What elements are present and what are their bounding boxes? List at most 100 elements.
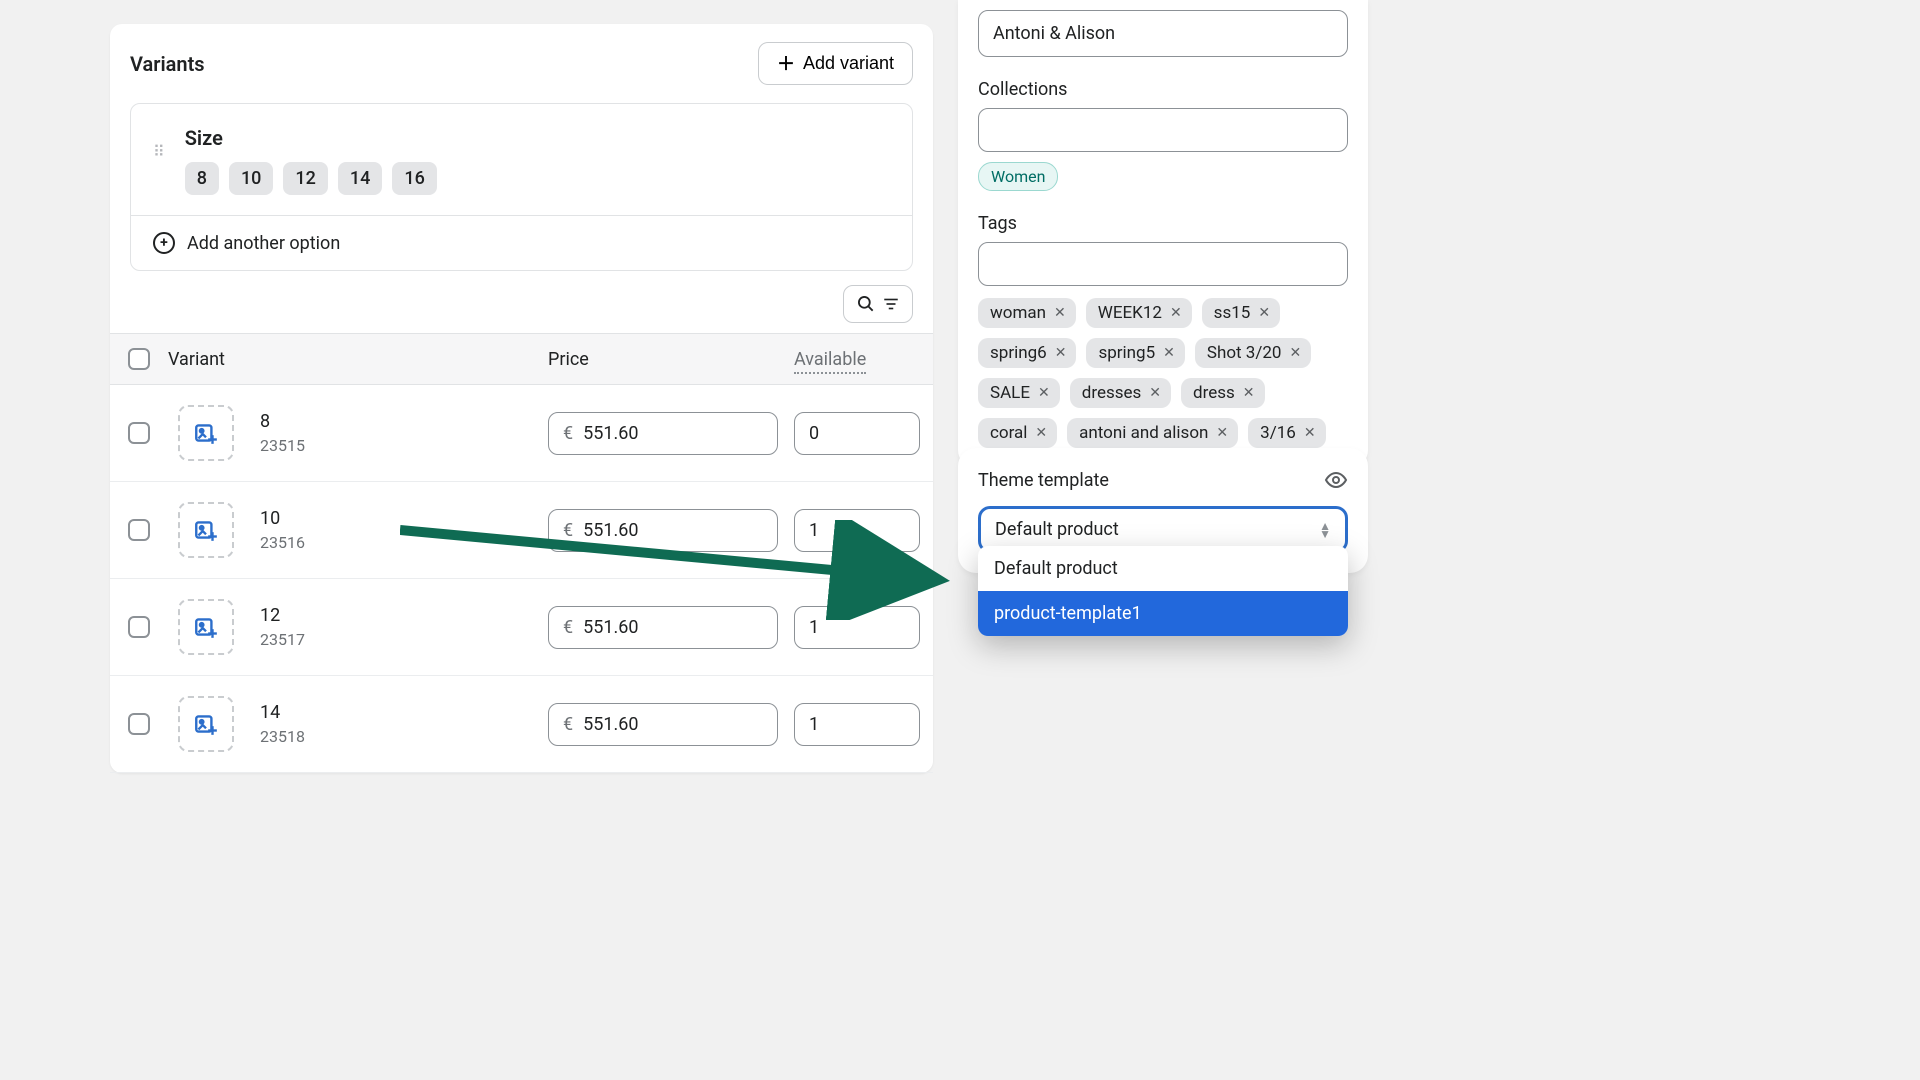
variant-thumbnail[interactable]	[178, 599, 234, 655]
size-pill[interactable]: 16	[392, 162, 436, 195]
search-icon	[856, 294, 876, 314]
tags-label: Tags	[978, 213, 1348, 234]
tag-pill[interactable]: coral✕	[978, 418, 1057, 448]
tag-pill[interactable]: SALE ✕	[978, 378, 1060, 408]
tag-remove-icon[interactable]: ✕	[1258, 305, 1270, 321]
tag-pill[interactable]: WEEK12✕	[1086, 298, 1192, 328]
available-value: 1	[809, 520, 819, 541]
image-add-icon	[193, 517, 219, 543]
variant-thumbnail[interactable]	[178, 696, 234, 752]
image-add-icon	[193, 711, 219, 737]
tag-remove-icon[interactable]: ✕	[1170, 305, 1182, 321]
tag-label: dress	[1193, 383, 1235, 403]
tag-remove-icon[interactable]: ✕	[1216, 425, 1228, 441]
available-input[interactable]: 1	[794, 703, 920, 746]
drag-handle-icon[interactable]: ⠿	[153, 142, 167, 161]
theme-head: Theme template	[978, 468, 1348, 492]
size-pill[interactable]: 12	[283, 162, 327, 195]
variant-meta: 823515	[168, 405, 548, 461]
size-pill[interactable]: 8	[185, 162, 219, 195]
add-variant-button[interactable]: ＋ Add variant	[758, 42, 913, 85]
option-box: ⠿ Size 810121416 + Add another option	[130, 103, 913, 271]
select-all-checkbox[interactable]	[128, 348, 150, 370]
tag-pill[interactable]: dress ✕	[1181, 378, 1265, 408]
tag-label: 3/16	[1260, 423, 1296, 443]
tag-label: spring6	[990, 343, 1047, 363]
variant-meta: 1023516	[168, 502, 548, 558]
available-input[interactable]: 1	[794, 606, 920, 649]
dropdown-option-template1[interactable]: product-template1	[978, 591, 1348, 636]
tag-remove-icon[interactable]: ✕	[1038, 385, 1050, 401]
price-input[interactable]: €551.60	[548, 509, 778, 552]
table-row[interactable]: 1223517€551.60 1	[110, 579, 933, 676]
price-input[interactable]: €551.60	[548, 606, 778, 649]
tag-remove-icon[interactable]: ✕	[1149, 385, 1161, 401]
variant-text: 823515	[260, 411, 305, 455]
available-input[interactable]: 0	[794, 412, 920, 455]
brand-input[interactable]: Antoni & Alison	[978, 10, 1348, 57]
variant-text: 1023516	[260, 508, 305, 552]
price-value: 551.60	[583, 714, 638, 735]
tag-remove-icon[interactable]: ✕	[1289, 345, 1301, 361]
tag-remove-icon[interactable]: ✕	[1055, 345, 1067, 361]
variant-thumbnail[interactable]	[178, 405, 234, 461]
tag-pill[interactable]: ss15 ✕	[1202, 298, 1280, 328]
tag-label: spring5	[1098, 343, 1155, 363]
available-input[interactable]: 1	[794, 509, 920, 552]
tag-remove-icon[interactable]: ✕	[1243, 385, 1255, 401]
size-pill[interactable]: 14	[338, 162, 382, 195]
collection-pill-women[interactable]: Women	[978, 162, 1058, 191]
row-checkbox[interactable]	[128, 616, 150, 638]
tag-pill[interactable]: spring6 ✕	[978, 338, 1076, 368]
collections-input[interactable]	[978, 108, 1348, 152]
tag-remove-icon[interactable]: ✕	[1304, 425, 1316, 441]
available-value: 0	[809, 423, 819, 444]
tag-label: ss15	[1214, 303, 1251, 323]
tag-label: woman	[990, 303, 1046, 323]
option-content: Size 810121416	[185, 126, 890, 195]
row-checkbox[interactable]	[128, 713, 150, 735]
row-checkbox[interactable]	[128, 519, 150, 541]
th-available: Available	[794, 349, 934, 370]
add-variant-label: Add variant	[803, 53, 894, 74]
add-another-option-button[interactable]: + Add another option	[131, 215, 912, 270]
currency-symbol: €	[563, 520, 573, 541]
tag-remove-icon[interactable]: ✕	[1163, 345, 1175, 361]
dropdown-option-default[interactable]: Default product	[978, 546, 1348, 591]
variant-name: 8	[260, 411, 305, 432]
organization-card: Antoni & Alison Collections Women Tags w…	[958, 0, 1368, 468]
theme-label: Theme template	[978, 470, 1109, 491]
theme-template-dropdown: Default product product-template1	[978, 546, 1348, 636]
plus-icon: ＋	[777, 55, 795, 73]
th-price: Price	[548, 349, 794, 370]
price-input[interactable]: €551.60	[548, 703, 778, 746]
tag-pill[interactable]: 3/16 ✕	[1248, 418, 1325, 448]
table-row[interactable]: 823515 €551.60 0	[110, 385, 933, 482]
tag-pill[interactable]: dresses✕	[1070, 378, 1171, 408]
variant-text: 1423518	[260, 702, 305, 746]
tag-pill[interactable]: antoni and alison✕	[1067, 418, 1238, 448]
table-row[interactable]: 1423518 €551.60 1	[110, 676, 933, 773]
tag-label: SALE	[990, 383, 1030, 403]
tag-label: Shot 3/20	[1207, 343, 1282, 363]
variants-header: Variants ＋ Add variant	[110, 24, 933, 85]
price-input[interactable]: €551.60	[548, 412, 778, 455]
size-pill[interactable]: 10	[229, 162, 273, 195]
preview-icon[interactable]	[1324, 468, 1348, 492]
variant-thumbnail[interactable]	[178, 502, 234, 558]
tags-input[interactable]	[978, 242, 1348, 286]
select-chevrons-icon: ▲▼	[1319, 522, 1331, 538]
row-checkbox[interactable]	[128, 422, 150, 444]
tag-pill[interactable]: Shot 3/20 ✕	[1195, 338, 1311, 368]
tag-remove-icon[interactable]: ✕	[1054, 305, 1066, 321]
variant-name: 12	[260, 605, 305, 626]
collections-label: Collections	[978, 79, 1348, 100]
tag-pill[interactable]: woman ✕	[978, 298, 1076, 328]
table-row[interactable]: 1023516 €551.60 1	[110, 482, 933, 579]
variant-name: 14	[260, 702, 305, 723]
search-filter-button[interactable]	[843, 285, 913, 323]
tag-remove-icon[interactable]: ✕	[1035, 425, 1047, 441]
variant-meta: 1223517	[168, 599, 548, 655]
tag-pill[interactable]: spring5 ✕	[1086, 338, 1184, 368]
available-value: 1	[809, 714, 819, 735]
